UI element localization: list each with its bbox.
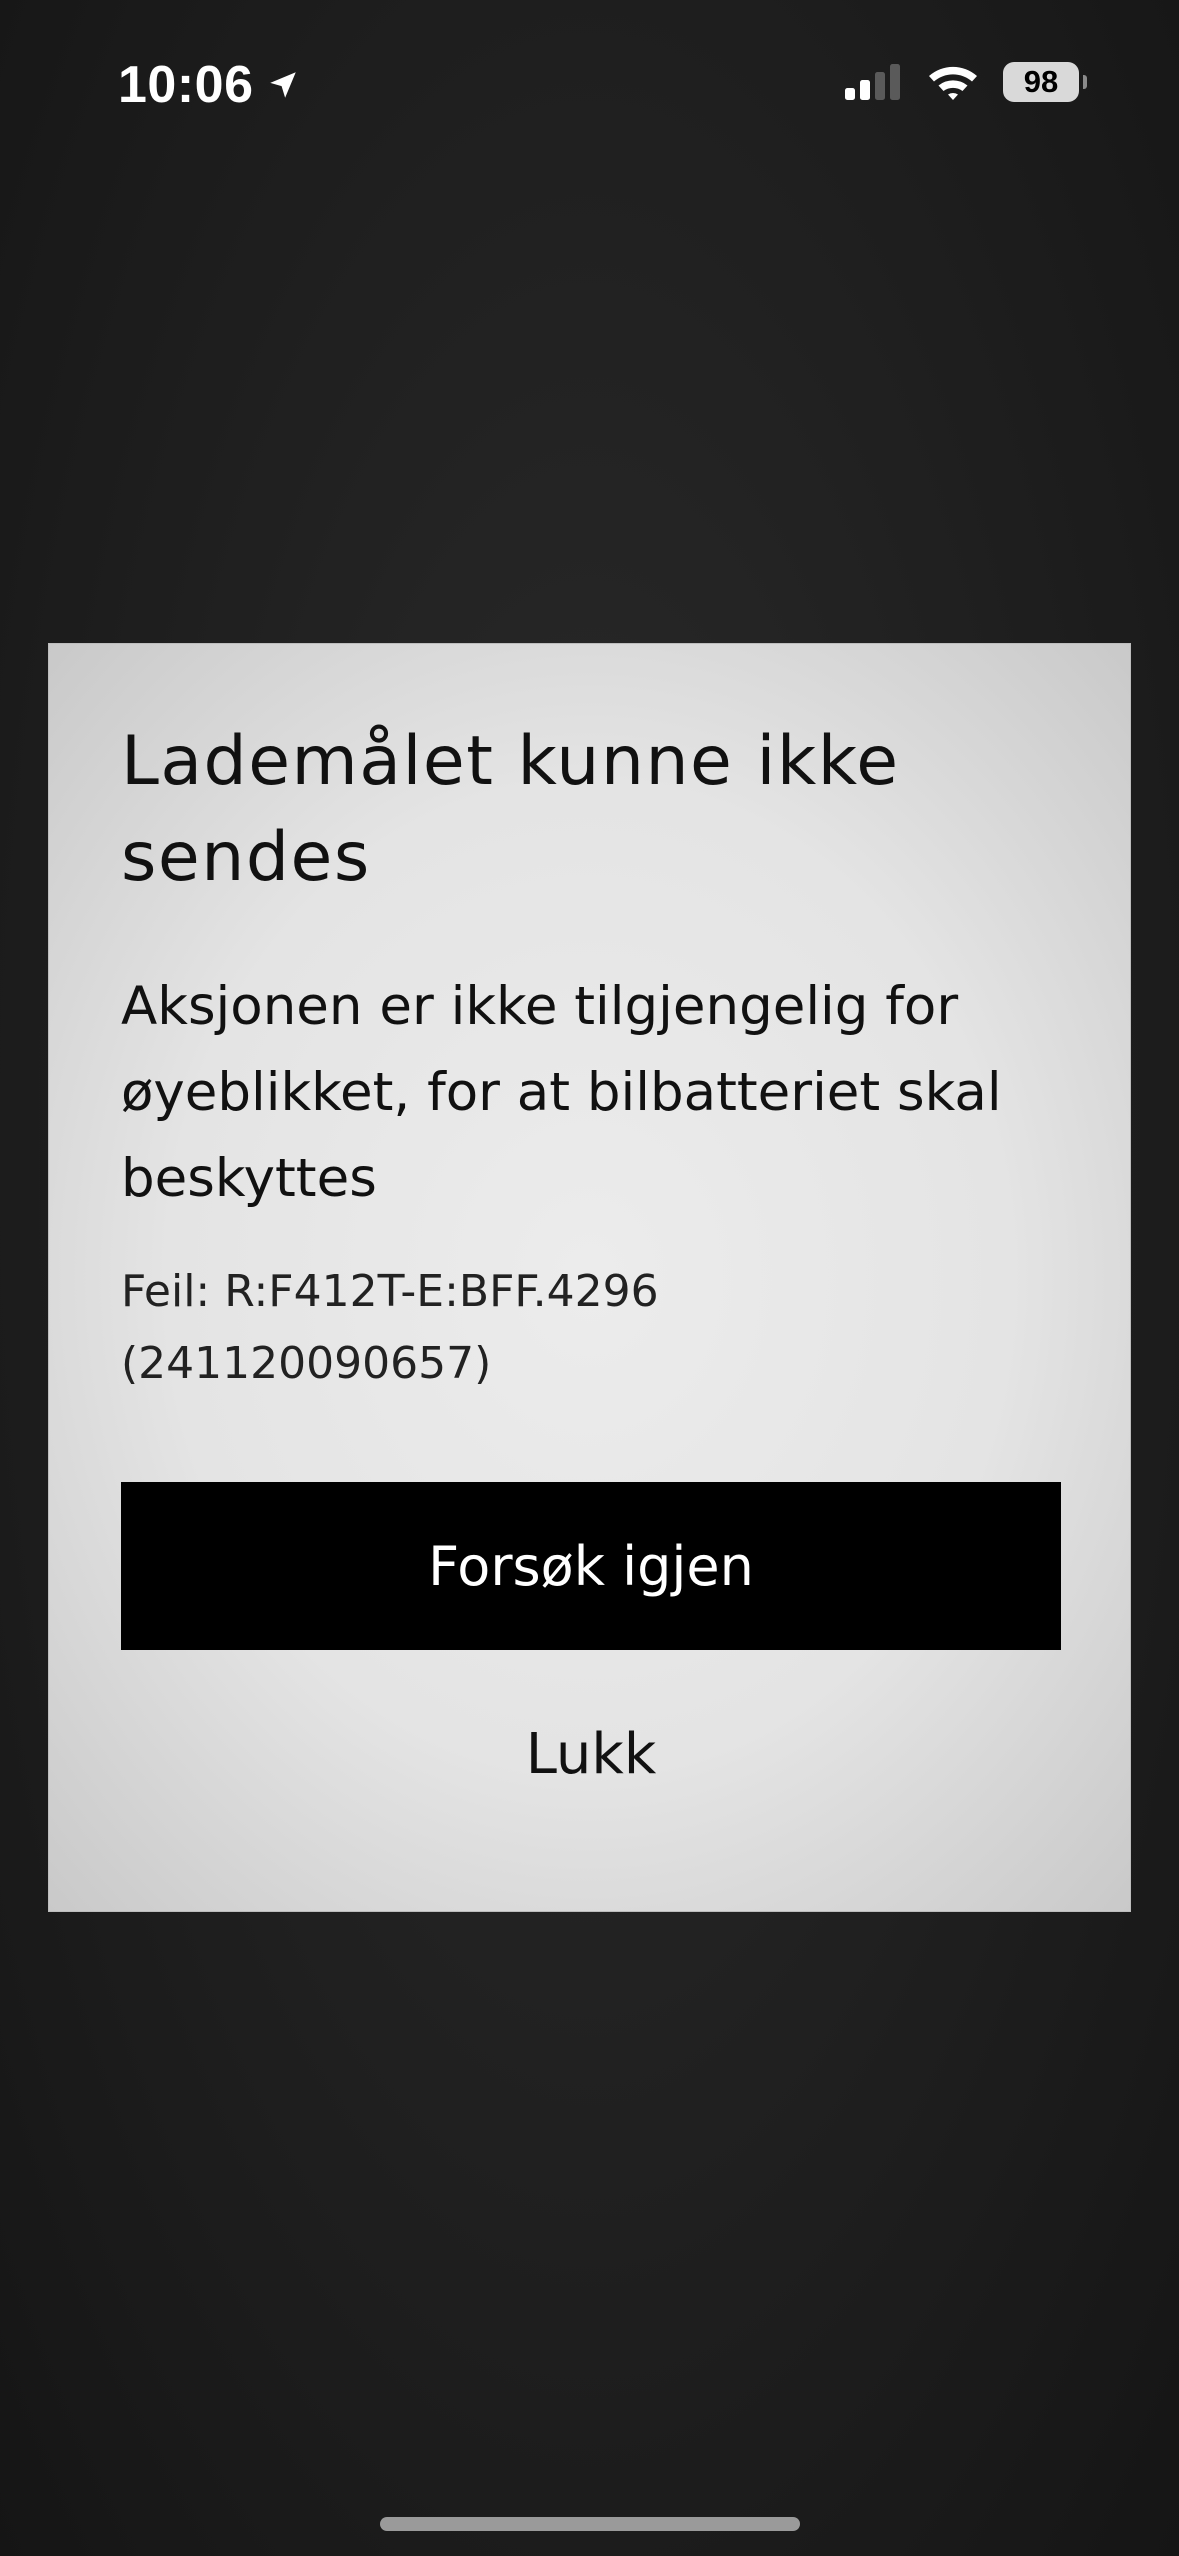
error-code-line: Feil: R:F412T-E:BFF.4296 xyxy=(121,1266,659,1317)
status-indicators: 98 xyxy=(843,62,1087,102)
battery-icon: 98 xyxy=(1003,62,1087,102)
home-indicator[interactable] xyxy=(380,2517,800,2531)
status-bar: 10:06 98 xyxy=(0,0,1179,170)
dialog-title: Lademålet kunne ikke sendes xyxy=(121,722,900,897)
dialog-message: Aksjonen er ikke tilgjengelig for øyebli… xyxy=(121,976,1002,1209)
status-time-group: 10:06 xyxy=(118,55,300,115)
error-dialog: Lademålet kunne ikke sendes Aksjonen er … xyxy=(48,643,1131,1912)
battery-level: 98 xyxy=(1023,64,1059,99)
wifi-icon xyxy=(929,66,977,100)
retry-button[interactable]: Forsøk igjen xyxy=(121,1482,1061,1650)
error-reference: (241120090657) xyxy=(121,1338,492,1389)
location-arrow-icon xyxy=(266,68,300,102)
status-time: 10:06 xyxy=(118,56,254,114)
close-button[interactable]: Lukk xyxy=(121,1699,1061,1809)
error-code: Feil: R:F412T-E:BFF.4296 (241120090657) xyxy=(121,1256,1021,1400)
cellular-signal-icon xyxy=(845,64,900,100)
battery-cap xyxy=(1083,75,1087,89)
